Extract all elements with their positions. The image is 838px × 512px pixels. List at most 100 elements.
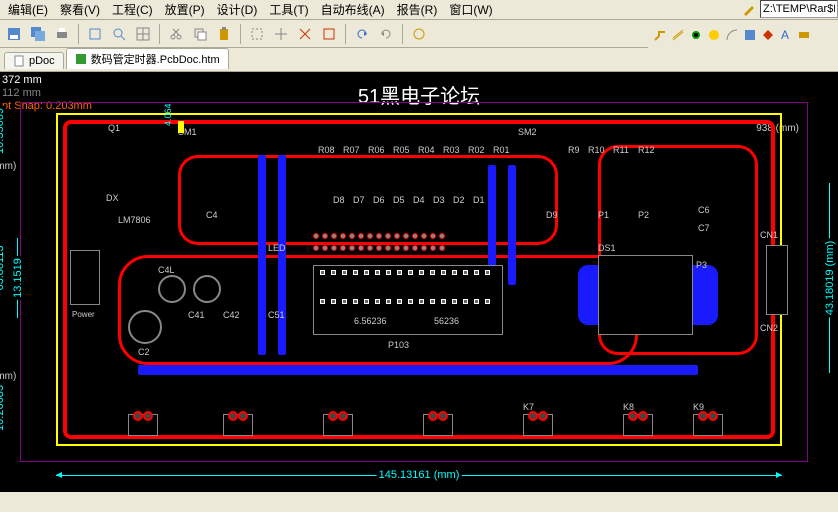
- tab-label: 数码管定时器.PcbDoc.htm: [91, 51, 220, 67]
- move-icon[interactable]: [271, 24, 291, 44]
- path-input[interactable]: [760, 0, 838, 18]
- dimension-left-bot: 10.26683: [0, 378, 7, 438]
- ref-c5: C41: [188, 310, 205, 320]
- ref-c7: C7: [698, 223, 710, 233]
- right-toolbar-2: A: [648, 22, 838, 50]
- ref-r11: R11: [613, 145, 629, 155]
- component-icon[interactable]: [796, 27, 812, 46]
- ref-p2: P2: [638, 210, 649, 220]
- status-x: 372 mm: [2, 74, 92, 87]
- pad-array: [313, 233, 445, 239]
- menu-autoroute[interactable]: 自动布线(A): [321, 1, 385, 18]
- select-icon[interactable]: [247, 24, 267, 44]
- dimension-left-small: 13.1519: [11, 238, 25, 318]
- ref-c51: C51: [268, 310, 285, 320]
- doc-icon: [13, 55, 25, 67]
- route-diff-icon[interactable]: [670, 27, 686, 46]
- label-4064: 4.064: [163, 103, 173, 126]
- clear-icon[interactable]: [319, 24, 339, 44]
- ref-r1: R01: [493, 145, 510, 155]
- menu-bar: 编辑(E) 察看(V) 工程(C) 放置(P) 设计(D) 工具(T) 自动布线…: [0, 0, 838, 20]
- via-icon[interactable]: [688, 27, 704, 46]
- pad-array: [313, 245, 445, 251]
- ref-r4: R04: [418, 145, 435, 155]
- ref-d9: D9: [546, 210, 558, 220]
- ref-cn1: CN1: [760, 230, 778, 240]
- ref-c4: C4: [206, 210, 218, 220]
- menu-design[interactable]: 设计(D): [217, 1, 258, 18]
- power-connector: [70, 250, 100, 305]
- ref-d6: D6: [373, 195, 385, 205]
- menu-report[interactable]: 报告(R): [397, 1, 438, 18]
- ref-ds1: DS1: [598, 243, 616, 253]
- ref-led: LED: [268, 243, 286, 253]
- tab-pcbdoc[interactable]: 数码管定时器.PcbDoc.htm: [66, 48, 229, 69]
- cut-icon[interactable]: [166, 24, 186, 44]
- ref-p103: P103: [388, 340, 409, 350]
- polygon-icon[interactable]: [760, 27, 776, 46]
- ref-d2: D2: [453, 195, 465, 205]
- button-k6: [693, 414, 723, 436]
- ref-d1: D1: [473, 195, 485, 205]
- zoom-icon[interactable]: [109, 24, 129, 44]
- string-icon[interactable]: A: [778, 27, 794, 46]
- menu-project[interactable]: 工程(C): [112, 1, 153, 18]
- ref-lm: LM7806: [118, 215, 151, 225]
- ref-r2: R02: [468, 145, 485, 155]
- browse-icon[interactable]: [409, 24, 429, 44]
- ref-k9: K9: [693, 402, 704, 412]
- ref-p1: P1: [598, 210, 609, 220]
- route-icon[interactable]: [652, 27, 668, 46]
- save-icon[interactable]: [4, 24, 24, 44]
- ref-r10: R10: [588, 145, 605, 155]
- ref-c6: C6: [698, 205, 710, 215]
- menu-place[interactable]: 放置(P): [165, 1, 205, 18]
- ref-r6: R06: [368, 145, 385, 155]
- cap-c1: [158, 275, 186, 303]
- ic-mcu: 6.56236 56236: [313, 265, 503, 335]
- ref-r7: R07: [343, 145, 360, 155]
- ic-ds1: [598, 255, 693, 335]
- button-k3: [423, 414, 453, 436]
- dimension-left-mid: 63.88113: [0, 168, 7, 368]
- tab-pdoc[interactable]: pDoc: [4, 52, 64, 69]
- arc-icon[interactable]: [724, 27, 740, 46]
- fill-icon[interactable]: [742, 27, 758, 46]
- redo-icon[interactable]: [376, 24, 396, 44]
- print-icon[interactable]: [52, 24, 72, 44]
- pcb-canvas[interactable]: 372 mm 112 mm pt Snap: 0.203mm 51黑电子论坛 1…: [0, 72, 838, 492]
- button-k1: [223, 414, 253, 436]
- ref-k8: K8: [623, 402, 634, 412]
- pcb-extent: 145.13161 (mm) 10.35069 (mm) 63.88113 (m…: [20, 102, 808, 462]
- copy-icon[interactable]: [190, 24, 210, 44]
- ref-p3: P3: [696, 260, 707, 270]
- menu-edit[interactable]: 编辑(E): [8, 1, 48, 18]
- menu-window[interactable]: 窗口(W): [449, 1, 492, 18]
- button-k5: [623, 414, 653, 436]
- save-all-icon[interactable]: [28, 24, 48, 44]
- deselect-icon[interactable]: [295, 24, 315, 44]
- ref-r12: R12: [638, 145, 655, 155]
- ref-c4: C4L: [158, 265, 175, 275]
- ref-d7: D7: [353, 195, 365, 205]
- grid-icon[interactable]: [133, 24, 153, 44]
- zoom-fit-icon[interactable]: [85, 24, 105, 44]
- paste-icon[interactable]: [214, 24, 234, 44]
- undo-icon[interactable]: [352, 24, 372, 44]
- tab-label: pDoc: [29, 55, 55, 67]
- document-tabs: pDoc 数码管定时器.PcbDoc.htm: [0, 48, 838, 72]
- menu-tools[interactable]: 工具(T): [269, 1, 308, 18]
- ref-cn2: CN2: [760, 323, 778, 333]
- pad-icon[interactable]: [706, 27, 722, 46]
- dip-dim2: 56236: [434, 316, 459, 326]
- ref-c42: C42: [223, 310, 240, 320]
- connector-cn1: [766, 245, 788, 315]
- ref-dx: DX: [106, 193, 119, 203]
- ref-q1: Q1: [108, 123, 120, 133]
- dimension-width: 145.13161 (mm): [56, 469, 782, 483]
- ref-r3: R03: [443, 145, 460, 155]
- button-k0: [128, 414, 158, 436]
- ref-d3: D3: [433, 195, 445, 205]
- pencil-icon[interactable]: [742, 2, 756, 19]
- menu-view[interactable]: 察看(V): [60, 1, 100, 18]
